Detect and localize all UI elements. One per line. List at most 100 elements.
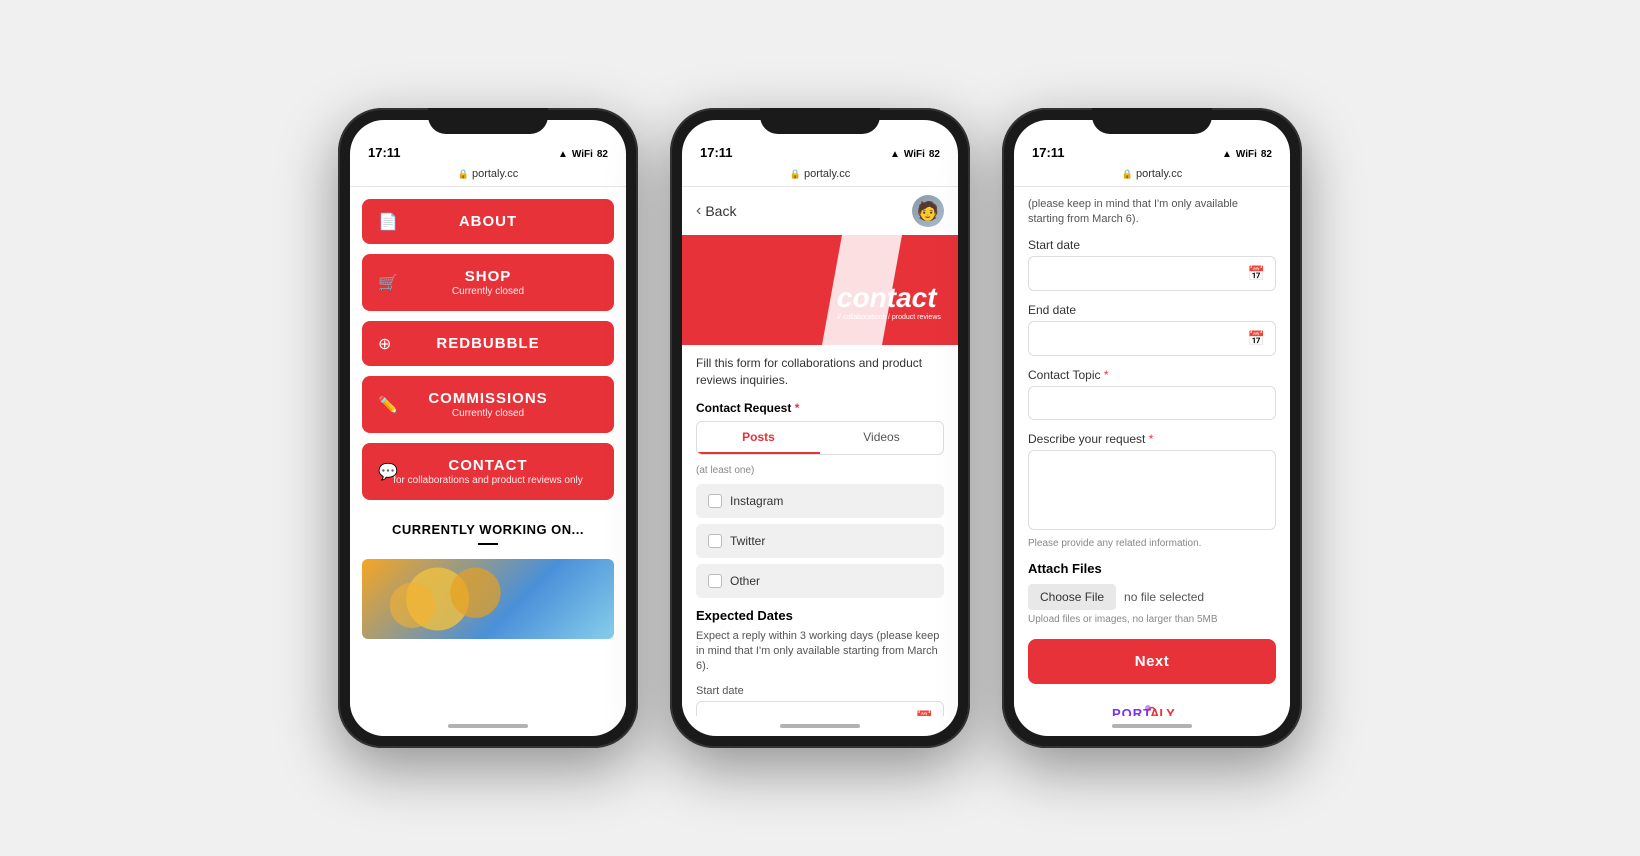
describe-required: * <box>1149 432 1154 446</box>
about-button[interactable]: 📄 ABOUT <box>362 199 614 244</box>
describe-request-label: Describe your request * <box>1028 432 1276 446</box>
tab-videos[interactable]: Videos <box>820 422 943 454</box>
start-date-label: Start date <box>696 685 944 697</box>
svg-text:// collaborations / product re: // collaborations / product reviews <box>837 314 941 321</box>
other-label: Other <box>730 574 760 588</box>
working-image <box>362 559 614 639</box>
battery-icon-1: 82 <box>597 149 608 160</box>
shop-sub: Currently closed <box>452 286 524 297</box>
url-text-1: 🔒 portaly.cc <box>458 168 518 180</box>
upload-hint: Upload files or images, no larger than 5… <box>1028 614 1276 625</box>
other-checkbox[interactable] <box>708 574 722 588</box>
back-button[interactable]: ‹ Back <box>696 202 736 220</box>
checkbox-instagram[interactable]: Instagram <box>696 484 944 518</box>
phone-2: 17:11 ▲ WiFi 82 🔒 portaly.cc ‹ Back 🧑 <box>670 108 970 748</box>
redbubble-button[interactable]: ⊕ REDBUBBLE <box>362 321 614 366</box>
portaly-footer: PORT ALY <box>1028 684 1276 716</box>
status-icons-3: ▲ WiFi 82 <box>1222 149 1272 160</box>
signal-icon-2: ▲ <box>890 149 900 160</box>
shop-label: SHOP <box>452 268 524 285</box>
lock-icon-3: 🔒 <box>1122 169 1133 180</box>
status-time-2: 17:11 <box>700 145 733 160</box>
home-indicator-3 <box>1014 716 1290 736</box>
contact-tabs: Posts Videos <box>696 421 944 455</box>
phone3-content: (please keep in mind that I'm only avail… <box>1014 187 1290 716</box>
calendar-icon-start-3: 📅 <box>1248 265 1265 282</box>
avatar-img: 🧑 <box>917 201 939 222</box>
no-file-text: no file selected <box>1124 590 1204 604</box>
back-header: ‹ Back 🧑 <box>682 187 958 235</box>
contact-label: CONTACT <box>393 457 583 474</box>
form-description: Fill this form for collaborations and pr… <box>696 355 944 389</box>
choose-file-button[interactable]: Choose File <box>1028 584 1116 610</box>
redbubble-label: REDBUBBLE <box>436 335 539 352</box>
status-icons-2: ▲ WiFi 82 <box>890 149 940 160</box>
status-time-3: 17:11 <box>1032 145 1065 160</box>
checkbox-twitter[interactable]: Twitter <box>696 524 944 558</box>
describe-request-input[interactable] <box>1028 450 1276 530</box>
next-button[interactable]: Next <box>1028 639 1276 684</box>
expected-dates-section: Expected Dates Expect a reply within 3 w… <box>696 608 944 716</box>
avatar: 🧑 <box>912 195 944 227</box>
phone1-content: 📄 ABOUT 🛒 SHOP Currently closed ⊕ REDBUB… <box>350 187 626 716</box>
start-date-label-3: Start date <box>1028 238 1276 252</box>
lock-icon-1: 🔒 <box>458 169 469 180</box>
wifi-icon-3: WiFi <box>1236 149 1257 160</box>
redbubble-icon: ⊕ <box>378 334 391 354</box>
battery-2: 82 <box>929 149 940 160</box>
commissions-button[interactable]: ✏️ COMMISSIONS Currently closed <box>362 376 614 433</box>
start-date-input[interactable]: 📅 <box>696 701 944 716</box>
notch-2 <box>760 108 880 134</box>
end-date-group: End date 📅 <box>1028 303 1276 356</box>
expected-dates-description: Expect a reply within 3 working days (pl… <box>696 629 944 675</box>
url-bar-3: 🔒 portaly.cc <box>1014 164 1290 187</box>
required-star: * <box>795 401 800 415</box>
describe-request-group: Describe your request * Please provide a… <box>1028 432 1276 549</box>
choose-file-row: Choose File no file selected <box>1028 584 1276 610</box>
signal-icon-1: ▲ <box>558 149 568 160</box>
wifi-icon-2: WiFi <box>904 149 925 160</box>
checkbox-other[interactable]: Other <box>696 564 944 598</box>
contact-form-area: Fill this form for collaborations and pr… <box>682 345 958 716</box>
calendar-icon-end-3: 📅 <box>1248 330 1265 347</box>
wifi-icon-1: WiFi <box>572 149 593 160</box>
banner-art: contact // collaborations / product revi… <box>682 235 958 345</box>
expected-dates-title: Expected Dates <box>696 608 944 623</box>
at-least-one-hint: (at least one) <box>696 465 944 476</box>
shop-button[interactable]: 🛒 SHOP Currently closed <box>362 254 614 311</box>
notch-1 <box>428 108 548 134</box>
contact-topic-input[interactable] <box>1028 386 1276 420</box>
working-image-overlay <box>362 559 614 639</box>
about-label: ABOUT <box>459 213 517 230</box>
back-label: Back <box>705 203 736 219</box>
status-time-1: 17:11 <box>368 145 401 160</box>
instagram-label: Instagram <box>730 494 783 508</box>
twitter-checkbox[interactable] <box>708 534 722 548</box>
url-text-3: 🔒 portaly.cc <box>1122 168 1182 180</box>
contact-banner: contact // collaborations / product revi… <box>682 235 958 345</box>
describe-helper: Please provide any related information. <box>1028 538 1276 549</box>
contact-topic-group: Contact Topic * <box>1028 368 1276 420</box>
tab-posts[interactable]: Posts <box>697 422 820 454</box>
start-date-input-3[interactable]: 📅 <box>1028 256 1276 291</box>
banner-svg: contact // collaborations / product revi… <box>682 235 958 345</box>
signal-icon-3: ▲ <box>1222 149 1232 160</box>
home-indicator-2 <box>682 716 958 736</box>
end-date-input-3[interactable]: 📅 <box>1028 321 1276 356</box>
lock-icon-2: 🔒 <box>790 169 801 180</box>
contact-button[interactable]: 💬 CONTACT for collaborations and product… <box>362 443 614 500</box>
end-date-label-3: End date <box>1028 303 1276 317</box>
instagram-checkbox[interactable] <box>708 494 722 508</box>
svg-text:contact: contact <box>837 282 938 313</box>
contact-topic-label: Contact Topic * <box>1028 368 1276 382</box>
back-chevron-icon: ‹ <box>696 202 701 220</box>
attach-files-group: Attach Files Choose File no file selecte… <box>1028 561 1276 625</box>
attach-files-label: Attach Files <box>1028 561 1276 576</box>
about-icon: 📄 <box>378 212 398 232</box>
contact-request-label: Contact Request * <box>696 401 944 415</box>
start-date-group: Start date 📅 <box>1028 238 1276 291</box>
notch-3 <box>1092 108 1212 134</box>
commissions-label: COMMISSIONS <box>428 390 547 407</box>
battery-3: 82 <box>1261 149 1272 160</box>
divider <box>478 543 498 545</box>
